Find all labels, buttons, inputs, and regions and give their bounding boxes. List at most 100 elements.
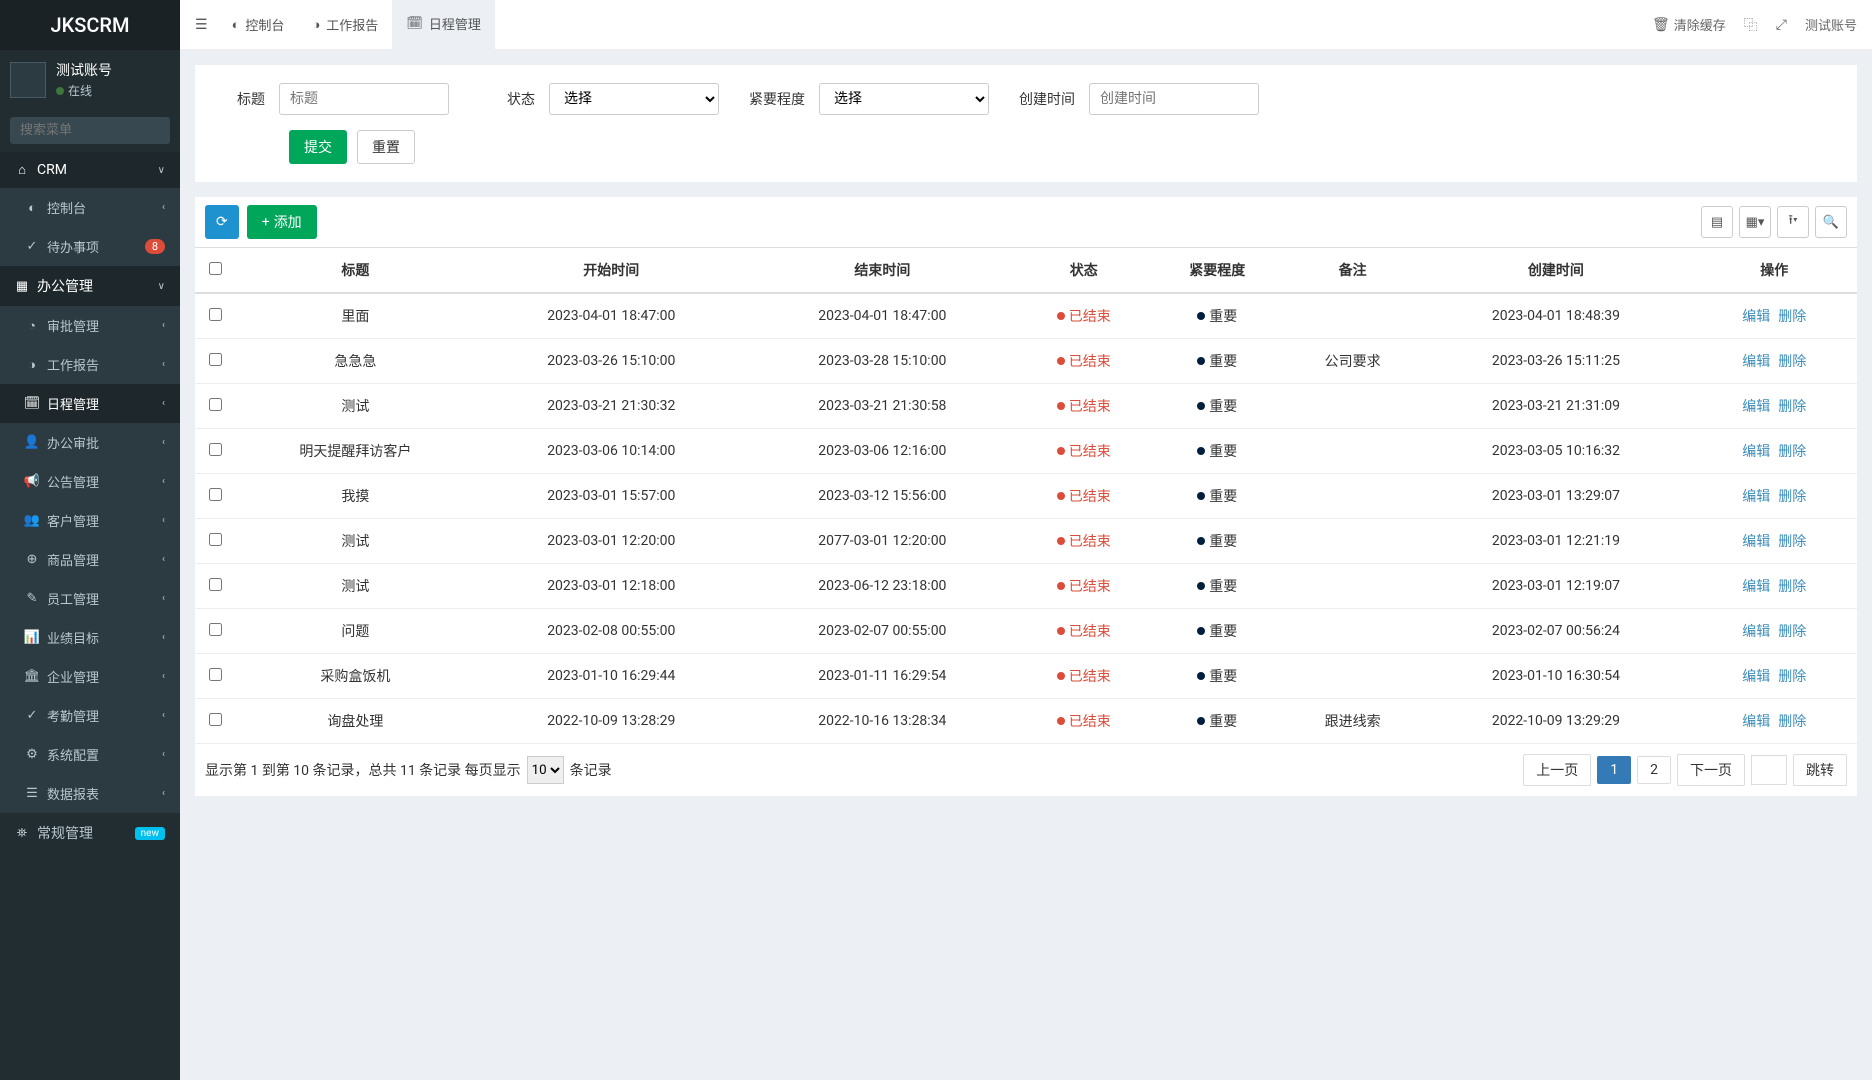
row-checkbox[interactable] — [209, 578, 222, 591]
cell-note — [1285, 564, 1420, 609]
copy-icon[interactable]: ⿻ — [1744, 15, 1758, 35]
sidebar-item[interactable]: ✓考勤管理‹ — [0, 696, 180, 735]
row-checkbox[interactable] — [209, 713, 222, 726]
cell-actions: 编辑删除 — [1691, 654, 1857, 699]
row-checkbox[interactable] — [209, 443, 222, 456]
delete-link[interactable]: 删除 — [1778, 624, 1806, 640]
topbar-tab[interactable]: 🗓日程管理 — [392, 0, 495, 50]
submit-button[interactable]: 提交 — [289, 130, 347, 164]
topbar-tab[interactable]: ◑工作报告 — [298, 0, 392, 50]
row-checkbox[interactable] — [209, 488, 222, 501]
delete-link[interactable]: 删除 — [1778, 399, 1806, 415]
toggle-pagination-icon[interactable]: ▤ — [1701, 206, 1733, 238]
account-menu[interactable]: 测试账号 — [1805, 15, 1857, 34]
sidebar-item-crm[interactable]: ⌂ CRM ∨ — [0, 152, 180, 188]
edit-link[interactable]: 编辑 — [1742, 399, 1770, 415]
cell-priority: 重要 — [1150, 339, 1285, 384]
table-header[interactable]: 备注 — [1285, 248, 1420, 294]
pager-page-1[interactable]: 1 — [1597, 756, 1631, 784]
avatar — [10, 62, 46, 98]
refresh-button[interactable]: ⟳ — [205, 205, 239, 239]
refresh-icon: ⟳ — [216, 214, 228, 230]
edit-link[interactable]: 编辑 — [1742, 624, 1770, 640]
export-icon[interactable]: ⭱▾ — [1777, 206, 1809, 238]
delete-link[interactable]: 删除 — [1778, 669, 1806, 685]
cell-priority: 重要 — [1150, 429, 1285, 474]
cell-priority: 重要 — [1150, 564, 1285, 609]
table-header[interactable]: 紧要程度 — [1150, 248, 1285, 294]
sidebar-item[interactable]: ⊕商品管理‹ — [0, 540, 180, 579]
pager-jump-input[interactable] — [1751, 755, 1787, 785]
sidebar-item[interactable]: ◔审批管理‹ — [0, 306, 180, 345]
filter-priority-select[interactable]: 选择 — [819, 83, 989, 115]
pager-jump-button[interactable]: 跳转 — [1793, 754, 1847, 786]
delete-link[interactable]: 删除 — [1778, 354, 1806, 370]
filter-status-select[interactable]: 选择 — [549, 83, 719, 115]
delete-link[interactable]: 删除 — [1778, 534, 1806, 550]
edit-link[interactable]: 编辑 — [1742, 354, 1770, 370]
row-checkbox[interactable] — [209, 308, 222, 321]
table-header[interactable]: 创建时间 — [1420, 248, 1691, 294]
table-header[interactable]: 结束时间 — [747, 248, 1018, 294]
sidebar-item[interactable]: 👤办公审批‹ — [0, 423, 180, 462]
sidebar-item[interactable]: 📢公告管理‹ — [0, 462, 180, 501]
reset-button[interactable]: 重置 — [357, 130, 415, 164]
sidebar-item[interactable]: ✓待办事项8 — [0, 227, 180, 266]
edit-link[interactable]: 编辑 — [1742, 444, 1770, 460]
new-badge: new — [135, 827, 165, 840]
sidebar-item-office[interactable]: ▦ 办公管理 ∨ — [0, 266, 180, 306]
sidebar-item[interactable]: ⚙系统配置‹ — [0, 735, 180, 774]
menu-search-input[interactable] — [10, 117, 196, 144]
columns-icon[interactable]: ▦▾ — [1739, 206, 1771, 238]
edit-link[interactable]: 编辑 — [1742, 489, 1770, 505]
pager-prev[interactable]: 上一页 — [1523, 754, 1591, 786]
add-button[interactable]: +添加 — [247, 205, 317, 239]
edit-link[interactable]: 编辑 — [1742, 669, 1770, 685]
sidebar-item[interactable]: 📊业绩目标‹ — [0, 618, 180, 657]
select-all-checkbox[interactable] — [209, 262, 222, 275]
sidebar-item-general[interactable]: ⛯ 常规管理 new — [0, 813, 180, 853]
clear-cache-button[interactable]: 🗑清除缓存 — [1652, 15, 1726, 34]
table-row: 询盘处理 2022-10-09 13:28:29 2022-10-16 13:2… — [195, 699, 1857, 744]
table-row: 问题 2023-02-08 00:55:00 2023-02-07 00:55:… — [195, 609, 1857, 654]
sidebar-item[interactable]: 🏛企业管理‹ — [0, 657, 180, 696]
row-checkbox[interactable] — [209, 623, 222, 636]
row-checkbox[interactable] — [209, 668, 222, 681]
row-checkbox[interactable] — [209, 353, 222, 366]
edit-link[interactable]: 编辑 — [1742, 309, 1770, 325]
row-checkbox[interactable] — [209, 533, 222, 546]
cell-actions: 编辑删除 — [1691, 519, 1857, 564]
row-checkbox[interactable] — [209, 398, 222, 411]
sidebar-item[interactable]: 👥客户管理‹ — [0, 501, 180, 540]
status-dot-icon — [1057, 582, 1065, 590]
table-search-icon[interactable]: 🔍 — [1815, 206, 1847, 238]
status-dot-icon — [1057, 312, 1065, 320]
sidebar-item-label: 客户管理 — [47, 511, 99, 530]
edit-link[interactable]: 编辑 — [1742, 534, 1770, 550]
edit-link[interactable]: 编辑 — [1742, 579, 1770, 595]
topbar-tab[interactable]: ◐控制台 — [218, 0, 299, 50]
table-header[interactable]: 标题 — [235, 248, 476, 294]
delete-link[interactable]: 删除 — [1778, 444, 1806, 460]
delete-link[interactable]: 删除 — [1778, 579, 1806, 595]
sidebar-item[interactable]: ◐控制台‹ — [0, 188, 180, 227]
filter-created-input[interactable] — [1089, 83, 1259, 115]
sidebar-item[interactable]: ✎员工管理‹ — [0, 579, 180, 618]
sidebar-item[interactable]: ☰数据报表‹ — [0, 774, 180, 813]
fullscreen-icon[interactable]: ⤢ — [1776, 17, 1787, 33]
sidebar-item[interactable]: ◑工作报告‹ — [0, 345, 180, 384]
menu-toggle-icon[interactable]: ☰ — [195, 17, 218, 33]
delete-link[interactable]: 删除 — [1778, 714, 1806, 730]
cell-status: 已结束 — [1018, 564, 1150, 609]
table-header[interactable]: 开始时间 — [476, 248, 747, 294]
delete-link[interactable]: 删除 — [1778, 309, 1806, 325]
table-header[interactable]: 状态 — [1018, 248, 1150, 294]
page-size-select[interactable]: 10 — [527, 756, 564, 784]
pager-page-2[interactable]: 2 — [1637, 756, 1671, 784]
table-header[interactable]: 操作 — [1691, 248, 1857, 294]
sidebar-item[interactable]: 🗓日程管理‹ — [0, 384, 180, 423]
edit-link[interactable]: 编辑 — [1742, 714, 1770, 730]
delete-link[interactable]: 删除 — [1778, 489, 1806, 505]
filter-title-input[interactable] — [279, 83, 449, 115]
pager-next[interactable]: 下一页 — [1677, 754, 1745, 786]
